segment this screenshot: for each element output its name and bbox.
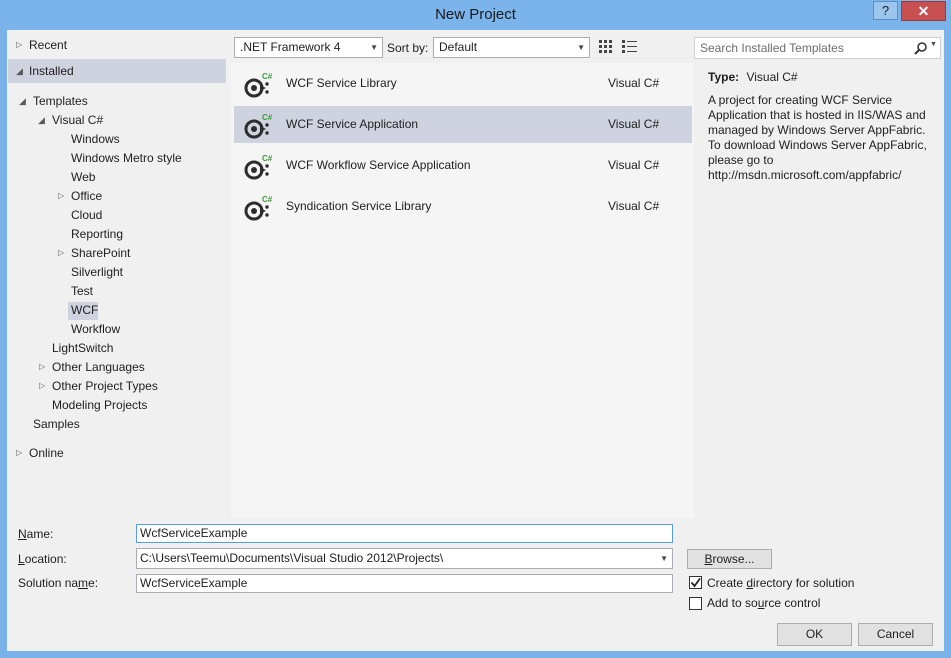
template-description: A project for creating WCF Service Appli… xyxy=(708,93,927,182)
new-project-dialog: New Project ? ✕ ▷ Recent ◢ Installed ◢ T… xyxy=(0,0,951,658)
template-description-panel: Type: Visual C# A project for creating W… xyxy=(708,70,936,183)
chevron-down-icon[interactable]: ▼ xyxy=(660,549,668,568)
tree-item-cloud[interactable]: Cloud xyxy=(71,206,102,224)
close-button[interactable]: ✕ xyxy=(901,1,946,21)
location-label: Location: xyxy=(18,552,67,566)
chevron-down-icon: ▼ xyxy=(370,43,378,52)
svg-text:C#: C# xyxy=(262,113,273,122)
tree-item-modeling-projects[interactable]: Modeling Projects xyxy=(52,396,147,414)
type-label: Type: xyxy=(708,70,740,84)
template-language: Visual C# xyxy=(608,158,660,172)
svg-text:C#: C# xyxy=(262,154,273,163)
wcf-project-icon: C# xyxy=(244,72,273,98)
sort-select[interactable]: Default ▼ xyxy=(433,37,590,58)
name-field[interactable]: WcfServiceExample xyxy=(136,524,673,543)
search-input[interactable]: Search Installed Templates ▼ xyxy=(694,37,941,59)
cancel-button[interactable]: Cancel xyxy=(858,623,933,646)
wcf-project-icon: C# xyxy=(244,195,273,221)
template-language: Visual C# xyxy=(608,76,660,90)
svg-text:C#: C# xyxy=(262,195,273,204)
create-directory-checkbox[interactable] xyxy=(689,576,702,589)
svg-text:C#: C# xyxy=(262,72,273,81)
tree-item-windows-metro[interactable]: Windows Metro style xyxy=(71,149,182,167)
template-name: WCF Workflow Service Application xyxy=(286,158,471,172)
tree-item-wcf[interactable]: WCF xyxy=(71,301,98,319)
list-item[interactable]: C# WCF Service Library Visual C# xyxy=(234,65,692,102)
expand-arrow-icon[interactable]: ▷ xyxy=(58,187,64,205)
tree-item-reporting[interactable]: Reporting xyxy=(71,225,123,243)
help-button[interactable]: ? xyxy=(873,1,898,20)
type-line: Type: Visual C# xyxy=(708,70,936,85)
name-label: Name: xyxy=(18,527,54,541)
wcf-project-icon: C# xyxy=(244,113,273,139)
expand-arrow-icon[interactable]: ▷ xyxy=(58,244,64,262)
list-item-selected[interactable]: C# WCF Service Application Visual C# xyxy=(234,106,692,143)
tree-item-windows[interactable]: Windows xyxy=(71,130,120,148)
expand-arrow-icon[interactable]: ▷ xyxy=(16,444,22,462)
tree-item-test[interactable]: Test xyxy=(71,282,93,300)
checkmark-icon xyxy=(690,577,701,588)
framework-select[interactable]: .NET Framework 4 ▼ xyxy=(234,37,383,58)
solution-name-label: Solution name: xyxy=(18,576,99,590)
window-title: New Project xyxy=(435,6,516,23)
template-name: WCF Service Application xyxy=(286,117,419,131)
list-view-icon[interactable] xyxy=(622,40,637,54)
tree-item-workflow[interactable]: Workflow xyxy=(71,320,120,338)
medium-icons-view-icon[interactable] xyxy=(599,40,613,54)
chevron-down-icon: ▼ xyxy=(577,43,585,52)
expand-arrow-icon[interactable]: ▷ xyxy=(16,36,22,54)
title-bar[interactable]: New Project ? ✕ xyxy=(0,0,951,30)
dialog-body: ▷ Recent ◢ Installed ◢ Templates ◢ Visua… xyxy=(7,30,944,651)
sort-by-label: Sort by: xyxy=(387,41,429,55)
ok-button[interactable]: OK xyxy=(777,623,852,646)
type-value: Visual C# xyxy=(746,70,798,84)
search-options-icon[interactable]: ▼ xyxy=(930,41,937,48)
collapse-arrow-icon[interactable]: ◢ xyxy=(38,111,45,129)
template-name: Syndication Service Library xyxy=(286,199,432,213)
template-list: C# WCF Service Library Visual C# C# WCF … xyxy=(231,63,694,518)
template-tree: ▷ Recent ◢ Installed ◢ Templates ◢ Visua… xyxy=(7,30,230,485)
tree-item-samples[interactable]: Samples xyxy=(33,415,80,433)
template-language: Visual C# xyxy=(608,117,660,131)
source-control-label[interactable]: Add to source control xyxy=(707,596,820,610)
tree-item-web[interactable]: Web xyxy=(71,168,95,186)
solution-name-field[interactable]: WcfServiceExample xyxy=(136,574,673,593)
list-item[interactable]: C# WCF Workflow Service Application Visu… xyxy=(234,147,692,184)
list-item[interactable]: C# Syndication Service Library Visual C# xyxy=(234,188,692,225)
template-name: WCF Service Library xyxy=(286,76,397,90)
location-field[interactable]: C:\Users\Teemu\Documents\Visual Studio 2… xyxy=(136,548,673,569)
source-control-checkbox[interactable] xyxy=(689,597,702,610)
collapse-arrow-icon[interactable]: ◢ xyxy=(19,92,26,110)
expand-arrow-icon[interactable]: ▷ xyxy=(39,377,45,395)
browse-button[interactable]: Browse... xyxy=(687,549,772,569)
search-icon[interactable] xyxy=(914,42,928,55)
template-language: Visual C# xyxy=(608,199,660,213)
wcf-project-icon: C# xyxy=(244,154,273,180)
tree-item-lightswitch[interactable]: LightSwitch xyxy=(52,339,113,357)
tree-item-silverlight[interactable]: Silverlight xyxy=(71,263,123,281)
create-directory-label[interactable]: Create directory for solution xyxy=(707,576,854,590)
collapse-arrow-icon[interactable]: ◢ xyxy=(16,62,23,80)
expand-arrow-icon[interactable]: ▷ xyxy=(39,358,45,376)
